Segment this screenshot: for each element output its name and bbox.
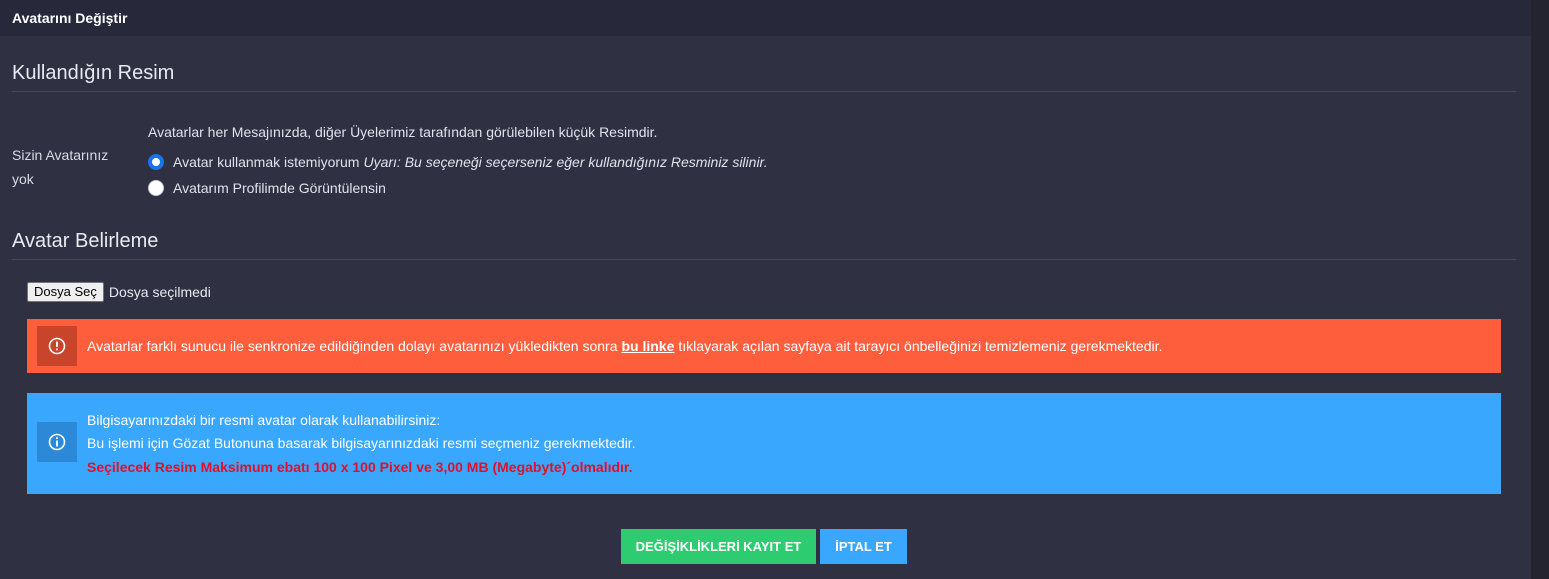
- radio-label-show-avatar: Avatarım Profilimde Görüntülensin: [173, 180, 386, 196]
- section-title-upload: Avatar Belirleme: [12, 230, 159, 252]
- alert-upload-info: Bilgisayarınızdaki bir resmi avatar olar…: [27, 393, 1501, 494]
- radio-checked[interactable]: [148, 154, 164, 170]
- alert-info-line-2: Bu işlemi için Gözat Butonuna basarak bi…: [87, 435, 636, 451]
- alert-danger-text-before: Avatarlar farklı sunucu ile senkronize e…: [87, 338, 618, 354]
- cancel-button[interactable]: İPTAL ET: [820, 529, 907, 564]
- avatar-description: Avatarlar her Mesajınızda, diğer Üyeleri…: [148, 124, 658, 140]
- scrollbar-track[interactable]: [1531, 0, 1549, 579]
- alert-info-line-1: Bilgisayarınızdaki bir resmi avatar olar…: [87, 412, 441, 428]
- exclamation-circle-icon: [37, 326, 77, 366]
- choose-file-button[interactable]: Dosya Seç: [27, 282, 104, 302]
- file-input[interactable]: Dosya Seç Dosya seçilmedi: [27, 282, 211, 302]
- section-divider: [12, 91, 1516, 92]
- radio-unchecked[interactable]: [148, 180, 164, 196]
- cache-clear-link[interactable]: bu linke: [621, 338, 674, 354]
- alert-info-size-limit: Seçilecek Resim Maksimum ebatı 100 x 100…: [87, 459, 633, 475]
- radio-warning-text: Uyarı: Bu seçeneği seçerseniz eğer kulla…: [363, 154, 768, 170]
- radio-label-no-avatar: Avatar kullanmak istemiyorum: [173, 154, 360, 170]
- avatar-panel: Avatarını Değiştir Kullandığın Resim Siz…: [0, 0, 1531, 579]
- avatar-status-label: Sizin Avatarınız yok: [12, 147, 109, 187]
- alert-danger-text: Avatarlar farklı sunucu ile senkronize e…: [87, 338, 1162, 354]
- section-divider: [12, 259, 1516, 260]
- radio-option-show-avatar[interactable]: Avatarım Profilimde Görüntülensin: [148, 180, 386, 196]
- file-status: Dosya seçilmedi: [108, 284, 211, 300]
- alert-cache-warning: Avatarlar farklı sunucu ile senkronize e…: [27, 319, 1501, 373]
- panel-title: Avatarını Değiştir: [0, 0, 1531, 36]
- info-circle-icon: [37, 422, 77, 462]
- alert-danger-text-after: tıklayarak açılan sayfaya ait tarayıcı ö…: [678, 338, 1163, 354]
- radio-option-no-avatar[interactable]: Avatar kullanmak istemiyorum Uyarı: Bu s…: [148, 154, 768, 170]
- save-changes-button[interactable]: DEĞİŞİKLİKLERİ KAYIT ET: [621, 529, 816, 564]
- section-title-current: Kullandığın Resim: [12, 62, 175, 84]
